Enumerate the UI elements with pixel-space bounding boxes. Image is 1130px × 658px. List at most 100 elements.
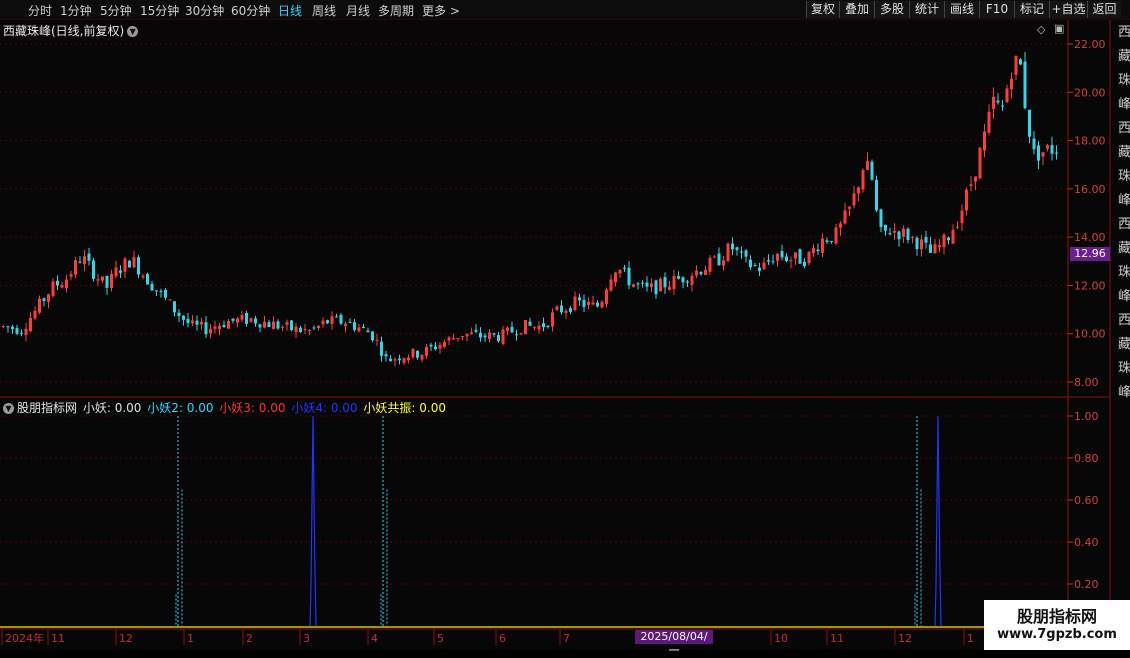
candle-body bbox=[875, 179, 878, 211]
candle-body bbox=[821, 238, 824, 253]
time-axis-label: 3 bbox=[303, 632, 310, 645]
candle-body bbox=[465, 333, 469, 337]
candle-body bbox=[605, 289, 608, 304]
candle-body bbox=[335, 316, 338, 318]
candle-body bbox=[555, 306, 559, 310]
candle-body bbox=[816, 249, 820, 252]
candle-body bbox=[11, 326, 14, 329]
candle-body bbox=[2, 325, 5, 327]
candle-body bbox=[200, 321, 203, 325]
candle-body bbox=[1046, 145, 1049, 149]
candle-body bbox=[42, 298, 46, 302]
candle-body bbox=[542, 323, 545, 328]
candle-body bbox=[596, 302, 599, 307]
indicator-tick-label: 0.20 bbox=[1074, 578, 1099, 591]
candle-body bbox=[407, 357, 410, 361]
candle-body bbox=[254, 318, 257, 324]
candle-body bbox=[501, 329, 505, 344]
candle-body bbox=[839, 223, 842, 228]
time-axis-label: 2 bbox=[246, 632, 253, 645]
candle-body bbox=[456, 338, 460, 340]
right-edge-glyph: 峰 bbox=[1118, 289, 1130, 304]
candle-body bbox=[902, 228, 905, 237]
time-axis-label: 1 bbox=[967, 632, 974, 645]
right-edge-glyph: 西 bbox=[1118, 313, 1130, 328]
candle-body bbox=[942, 234, 946, 248]
candle-body bbox=[636, 283, 640, 285]
candle-body bbox=[645, 282, 649, 287]
candle-body bbox=[717, 253, 721, 266]
candle-body bbox=[60, 285, 64, 288]
time-axis-label: 6 bbox=[499, 632, 506, 645]
candle-body bbox=[726, 243, 730, 261]
candle-body bbox=[443, 341, 446, 347]
right-edge-glyph: 峰 bbox=[1118, 385, 1130, 400]
candle-body bbox=[758, 267, 761, 271]
time-axis-label: 1 bbox=[187, 632, 194, 645]
candle-body bbox=[915, 237, 919, 250]
candle-body bbox=[924, 237, 928, 243]
right-edge-glyph: 西 bbox=[1118, 25, 1130, 40]
candle-body bbox=[573, 296, 577, 311]
candle-body bbox=[137, 257, 140, 275]
time-axis-label: 7 bbox=[563, 632, 570, 645]
right-edge-glyph: 珠 bbox=[1118, 73, 1130, 88]
candle-body bbox=[870, 161, 874, 180]
time-axis-label: 11 bbox=[51, 632, 65, 645]
kline-chart[interactable]: 22.00 20.00 18.00 16.00 14.00 12.00 10.00 8.00 1… bbox=[0, 0, 1130, 650]
candle-body bbox=[33, 310, 37, 319]
candle-body bbox=[938, 245, 941, 248]
window-icon[interactable]: ▣ bbox=[1054, 22, 1064, 35]
candle-body bbox=[398, 358, 401, 361]
candle-body bbox=[312, 327, 316, 329]
candle-body bbox=[6, 326, 10, 328]
candle-body bbox=[681, 277, 685, 283]
chevron-down-icon[interactable]: ▼ bbox=[127, 26, 139, 37]
candle-body bbox=[69, 274, 73, 277]
candle-body bbox=[321, 320, 325, 325]
candle-body bbox=[641, 282, 644, 284]
candle-body bbox=[510, 326, 514, 333]
candle-body bbox=[362, 326, 365, 328]
time-axis-label: 2024年 bbox=[5, 631, 44, 645]
candle-body bbox=[992, 97, 995, 109]
candle-body bbox=[506, 327, 509, 331]
candle-body bbox=[623, 267, 626, 269]
indicator-field-xiaoyao3: 小妖3: 0.00 bbox=[219, 401, 286, 415]
candle-body bbox=[285, 322, 289, 325]
price-tick-label: 8.00 bbox=[1074, 376, 1099, 389]
candle-body bbox=[78, 261, 82, 263]
candle-body bbox=[528, 321, 532, 326]
stock-title-label: 西藏珠峰(日线,前复权) bbox=[3, 24, 125, 38]
candle-body bbox=[731, 243, 734, 250]
candle-body bbox=[983, 131, 986, 151]
candle-body bbox=[929, 244, 932, 253]
right-edge-glyph: 西 bbox=[1118, 121, 1130, 136]
candle-body bbox=[546, 325, 550, 327]
time-axis-label: 12 bbox=[898, 632, 912, 645]
candle-body bbox=[609, 279, 613, 291]
candle-body bbox=[1032, 138, 1036, 150]
time-axis-label: 5 bbox=[437, 632, 444, 645]
indicator-field-xiaoyao2: 小妖2: 0.00 bbox=[147, 401, 214, 415]
candle-body bbox=[168, 299, 172, 301]
candle-body bbox=[434, 346, 437, 350]
candle-body bbox=[159, 290, 163, 292]
candle-body bbox=[704, 270, 707, 275]
chevron-down-icon[interactable]: ▼ bbox=[3, 403, 14, 414]
watermark-line2: www.7gpzb.com bbox=[997, 627, 1117, 642]
candle-body bbox=[852, 193, 856, 206]
candle-body bbox=[24, 328, 28, 336]
candle-body bbox=[627, 267, 631, 286]
watermark-logo: 股朋指标网 www.7gpzb.com bbox=[984, 600, 1130, 650]
candle-body bbox=[861, 170, 865, 190]
candle-body bbox=[519, 332, 523, 335]
stock-title[interactable]: 西藏珠峰(日线,前复权) ▼ bbox=[3, 22, 139, 39]
candle-body bbox=[803, 261, 806, 267]
diamond-icon[interactable]: ◇ bbox=[1037, 23, 1045, 36]
price-tick-label: 20.00 bbox=[1074, 86, 1106, 99]
candle-body bbox=[974, 176, 977, 182]
candle-body bbox=[659, 278, 662, 292]
right-edge-glyph: 珠 bbox=[1118, 265, 1130, 280]
candle-body bbox=[884, 224, 887, 231]
